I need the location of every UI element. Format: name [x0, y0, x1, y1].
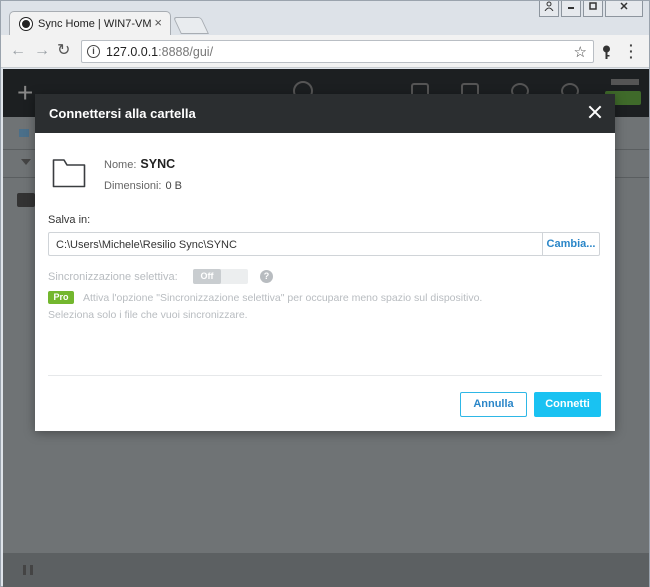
browser-menu-icon[interactable]: · · ·	[629, 38, 634, 64]
minimize-icon[interactable]	[561, 1, 581, 17]
folder-icon	[52, 159, 86, 188]
folder-size-label: Dimensioni:	[104, 180, 162, 192]
user-profile-icon[interactable]	[539, 1, 559, 17]
site-info-icon[interactable]: i	[87, 45, 100, 58]
bookmark-star-icon[interactable]: ☆	[574, 43, 587, 61]
save-location-label: Salva in:	[48, 214, 91, 226]
url-host: 127.0.0.1	[106, 45, 159, 59]
dialog-divider	[48, 375, 602, 376]
cancel-button[interactable]: Annulla	[460, 392, 527, 417]
dialog-header: Connettersi alla cartella	[35, 94, 615, 133]
selective-sync-toggle[interactable]: Off	[193, 269, 248, 284]
connect-button[interactable]: Connetti	[534, 392, 601, 417]
window-controls	[539, 1, 643, 19]
pause-icon	[23, 565, 33, 575]
folder-size-row: Dimensioni: 0 B	[104, 180, 182, 192]
save-path-value: C:\Users\Michele\Resilio Sync\SYNC	[56, 239, 237, 251]
back-arrow-icon[interactable]: ←	[10, 43, 26, 59]
folder-row-icon	[17, 193, 35, 207]
pro-description-line1: Attiva l'opzione "Sincronizzazione selet…	[83, 292, 483, 304]
pro-promo-text	[611, 79, 639, 85]
url-path: :8888/gui/	[158, 45, 214, 59]
new-tab-button[interactable]	[173, 17, 209, 34]
chevron-down-icon	[21, 159, 31, 165]
connect-folder-dialog: Connettersi alla cartella Nome: SYNC Dime…	[35, 94, 615, 431]
sync-favicon-icon	[20, 18, 32, 30]
dialog-title: Connettersi alla cartella	[49, 106, 196, 121]
window-close-icon[interactable]	[605, 1, 643, 17]
folder-name-value: SYNC	[140, 157, 176, 171]
pro-badge: Pro	[48, 291, 74, 304]
browser-toolbar: ← → ↻ i 127.0.0.1:8888/gui/ ☆ · · ·	[1, 35, 649, 68]
toggle-knob: Off	[193, 269, 221, 284]
tab-title: Sync Home | WIN7-VM	[38, 18, 152, 30]
add-folder-icon: +	[17, 77, 34, 108]
app-status-bar	[3, 553, 649, 587]
key-extension-icon[interactable]	[602, 45, 611, 59]
change-path-button[interactable]: Cambia...	[542, 233, 599, 255]
pro-description-line2: Seleziona solo i file che vuoi sincroniz…	[48, 309, 248, 321]
tab-close-icon[interactable]: ×	[154, 16, 162, 30]
browser-tab[interactable]: Sync Home | WIN7-VM ×	[9, 11, 171, 36]
selective-sync-label: Sincronizzazione selettiva:	[48, 271, 178, 283]
breadcrumb-link	[19, 129, 29, 137]
forward-arrow-icon[interactable]: →	[34, 43, 50, 59]
url-text: 127.0.0.1:8888/gui/	[106, 45, 213, 59]
maximize-icon[interactable]	[583, 1, 603, 17]
folder-size-value: 0 B	[165, 180, 182, 192]
help-icon[interactable]: ?	[260, 270, 273, 283]
folder-name-label: Nome:	[104, 159, 137, 171]
dialog-close-icon[interactable]	[585, 102, 605, 122]
address-bar[interactable]: i 127.0.0.1:8888/gui/ ☆	[81, 40, 594, 63]
reload-icon[interactable]: ↻	[57, 43, 70, 59]
browser-titlebar: Sync Home | WIN7-VM ×	[1, 1, 649, 36]
save-path-field[interactable]: C:\Users\Michele\Resilio Sync\SYNC Cambi…	[48, 232, 600, 256]
folder-name-row: Nome: SYNC	[104, 157, 175, 171]
